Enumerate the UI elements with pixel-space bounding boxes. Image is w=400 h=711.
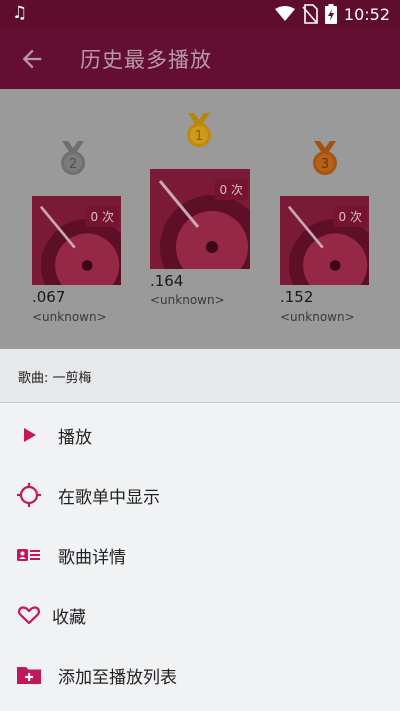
heart-outline-icon	[18, 606, 40, 625]
song-artist-rank-3: <unknown>	[280, 310, 355, 324]
menu-item-label: 播放	[58, 428, 92, 448]
medal-rank-1-icon: 1	[187, 113, 211, 147]
wifi-icon	[274, 6, 295, 21]
album-art-rank-2[interactable]: 0 次	[32, 196, 121, 285]
no-sim-icon	[302, 4, 318, 24]
sheet-header: 歌曲: 一剪梅	[0, 349, 400, 403]
top-played-podium: 2 1 3 0 次 0 次 0 次 .067 <unknown> .164 <u…	[0, 89, 400, 349]
album-art-rank-1[interactable]: 0 次	[150, 169, 250, 269]
play-count-badge: 0 次	[214, 179, 248, 200]
locate-icon	[17, 483, 41, 507]
medal-rank-2-number: 2	[69, 157, 77, 172]
play-icon	[24, 428, 36, 442]
status-bar: ♫ 10:52	[0, 0, 400, 28]
song-title-rank-3: .152	[280, 288, 314, 306]
menu-item-label: 歌曲详情	[58, 548, 126, 568]
menu-item-favorite[interactable]: 收藏	[0, 585, 400, 645]
song-name-label: 歌曲: 一剪梅	[18, 371, 92, 386]
song-artist-rank-1: <unknown>	[150, 293, 225, 307]
menu-item-play[interactable]: 播放	[0, 405, 400, 465]
clock: 10:52	[343, 4, 390, 24]
menu-item-label: 收藏	[52, 608, 86, 628]
app-bar: 历史最多播放	[0, 28, 400, 89]
folder-add-icon	[17, 667, 41, 684]
medal-rank-2-icon: 2	[61, 141, 85, 175]
menu-item-add-to-playlist[interactable]: 添加至播放列表	[0, 645, 400, 705]
medal-rank-3-number: 3	[321, 157, 329, 172]
song-options-sheet: 歌曲: 一剪梅 播放 在歌单中显示 歌曲详情 收藏 添加至播放列表	[0, 349, 400, 711]
arrow-back-icon[interactable]	[18, 45, 46, 73]
song-artist-rank-2: <unknown>	[32, 310, 107, 324]
menu-item-label: 在歌单中显示	[58, 488, 160, 508]
music-note-icon: ♫	[12, 3, 28, 23]
play-count-badge: 0 次	[333, 206, 367, 227]
battery-charging-icon	[324, 4, 337, 24]
song-title-rank-2: .067	[32, 288, 66, 306]
play-count-badge: 0 次	[85, 206, 119, 227]
page-title: 历史最多播放	[80, 48, 212, 72]
menu-item-song-details[interactable]: 歌曲详情	[0, 525, 400, 585]
menu-item-show-in-playlist[interactable]: 在歌单中显示	[0, 465, 400, 525]
medal-rank-3-icon: 3	[313, 141, 337, 175]
medal-rank-1-number: 1	[195, 129, 203, 144]
menu-item-label: 添加至播放列表	[58, 668, 177, 688]
song-title-rank-1: .164	[150, 272, 184, 290]
album-art-rank-3[interactable]: 0 次	[280, 196, 369, 285]
system-icons: 10:52	[274, 4, 390, 24]
details-card-icon	[17, 549, 40, 561]
